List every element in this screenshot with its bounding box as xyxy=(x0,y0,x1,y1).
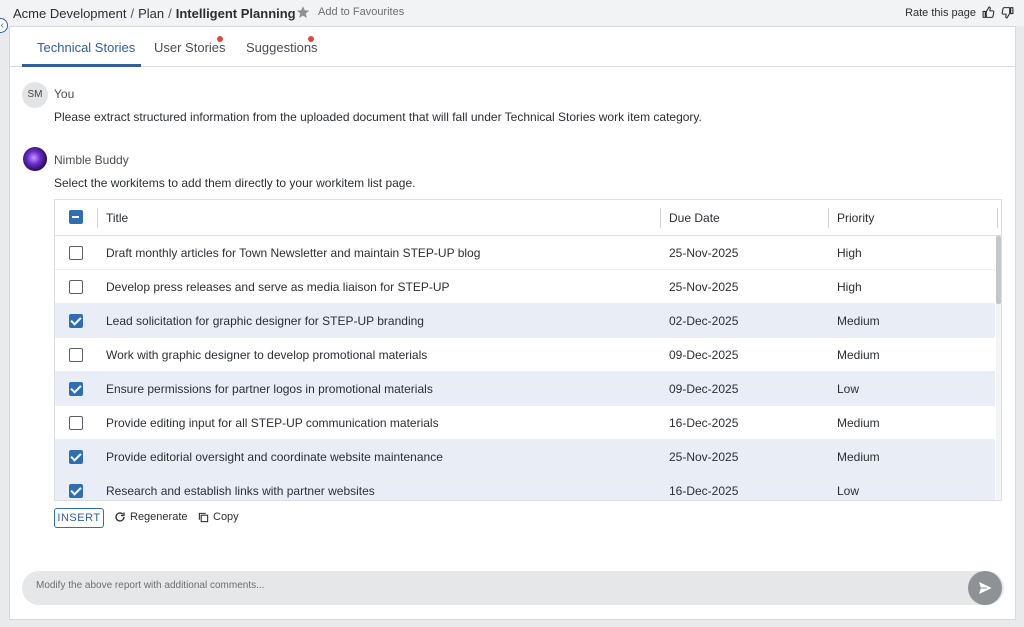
bot-avatar xyxy=(23,147,47,171)
row-priority: High xyxy=(837,280,862,294)
table-row[interactable]: Work with graphic designer to develop pr… xyxy=(55,338,995,372)
row-due-date: 25-Nov-2025 xyxy=(669,450,739,464)
copy-button[interactable]: Copy xyxy=(198,511,239,523)
bot-sender-name: Nimble Buddy xyxy=(54,153,129,167)
top-bar: Acme Development / Plan / Intelligent Planni… xyxy=(0,0,1024,26)
favourite-label: Add to Favourites xyxy=(318,6,405,18)
row-priority: Medium xyxy=(837,450,880,464)
avatar: SM xyxy=(22,82,48,108)
comment-input[interactable] xyxy=(36,580,936,591)
insert-button[interactable]: INSERT xyxy=(54,508,104,528)
send-button[interactable] xyxy=(968,571,1002,605)
breadcrumb-separator: / xyxy=(130,6,135,21)
table-row[interactable]: Draft monthly articles for Town Newslett… xyxy=(55,236,995,270)
active-tab-indicator xyxy=(22,64,141,67)
comment-composer xyxy=(22,571,1004,605)
notification-dot xyxy=(217,36,223,42)
breadcrumb-item-org[interactable]: Acme Development xyxy=(13,6,126,21)
regenerate-label: Regenerate xyxy=(130,511,188,523)
row-checkbox[interactable] xyxy=(69,246,83,260)
row-due-date: 25-Nov-2025 xyxy=(669,280,739,294)
table-scrollbar[interactable] xyxy=(996,236,1001,500)
row-due-date: 02-Dec-2025 xyxy=(669,314,739,328)
breadcrumb: Acme Development / Plan / Intelligent Planni… xyxy=(13,6,296,21)
row-title: Work with graphic designer to develop pr… xyxy=(106,348,428,362)
tab-bar: Technical Stories User Stories Suggestio… xyxy=(10,27,1015,67)
regenerate-button[interactable]: Regenerate xyxy=(114,511,188,523)
column-divider xyxy=(828,208,829,228)
table-row[interactable]: Provide editing input for all STEP-UP co… xyxy=(55,406,995,440)
table-header: Title Due Date Priority xyxy=(55,200,1001,236)
thumbs-down-icon[interactable] xyxy=(1001,6,1014,19)
tab-user-stories[interactable]: User Stories xyxy=(154,40,226,55)
user-message: Please extract structured information fr… xyxy=(54,110,702,124)
scrollbar-thumb[interactable] xyxy=(996,236,1001,304)
rate-page: Rate this page xyxy=(905,6,1014,19)
row-title: Provide editing input for all STEP-UP co… xyxy=(106,416,439,430)
select-all-checkbox[interactable] xyxy=(69,210,83,224)
send-icon xyxy=(979,582,992,594)
table-row[interactable]: Provide editorial oversight and coordina… xyxy=(55,440,995,474)
row-title: Ensure permissions for partner logos in … xyxy=(106,382,433,396)
column-divider xyxy=(660,208,661,228)
breadcrumb-separator: / xyxy=(168,6,172,21)
tab-suggestions[interactable]: Suggestions xyxy=(246,40,318,55)
column-header-title[interactable]: Title xyxy=(106,211,128,225)
user-sender-name: You xyxy=(54,87,75,101)
row-checkbox[interactable] xyxy=(69,450,83,464)
row-priority: Low xyxy=(837,382,860,396)
row-due-date: 16-Dec-2025 xyxy=(669,484,739,498)
row-checkbox[interactable] xyxy=(69,382,83,396)
row-priority: Medium xyxy=(837,416,880,430)
thumbs-up-icon[interactable] xyxy=(982,6,995,19)
table-row[interactable]: Research and establish links with partne… xyxy=(55,474,995,500)
row-title: Draft monthly articles for Town Newslett… xyxy=(106,246,481,260)
row-due-date: 09-Dec-2025 xyxy=(669,348,739,362)
row-checkbox[interactable] xyxy=(69,416,83,430)
row-title: Develop press releases and serve as medi… xyxy=(106,280,450,294)
copy-label: Copy xyxy=(213,511,239,523)
table-row[interactable]: Develop press releases and serve as medi… xyxy=(55,270,995,304)
tab-technical-stories[interactable]: Technical Stories xyxy=(37,40,135,55)
chat-panel: Technical Stories User Stories Suggestio… xyxy=(9,26,1016,620)
row-due-date: 16-Dec-2025 xyxy=(669,416,739,430)
workitem-table: Title Due Date Priority Draft monthly ar… xyxy=(54,199,1002,501)
column-divider xyxy=(997,208,998,228)
row-title: Provide editorial oversight and coordina… xyxy=(106,450,443,464)
row-priority: High xyxy=(837,246,862,260)
column-header-due-date[interactable]: Due Date xyxy=(669,211,720,225)
bot-message: Select the workitems to add them directl… xyxy=(54,176,416,190)
row-checkbox[interactable] xyxy=(69,314,83,328)
row-due-date: 25-Nov-2025 xyxy=(669,246,739,260)
row-due-date: 09-Dec-2025 xyxy=(669,382,739,396)
row-checkbox[interactable] xyxy=(69,348,83,362)
table-row[interactable]: Ensure permissions for partner logos in … xyxy=(55,372,995,406)
row-priority: Medium xyxy=(837,314,880,328)
regenerate-icon xyxy=(115,512,125,522)
row-checkbox[interactable] xyxy=(69,280,83,294)
star-icon xyxy=(296,6,310,18)
rate-label: Rate this page xyxy=(905,6,976,19)
breadcrumb-current: Intelligent Planning xyxy=(175,6,296,21)
column-divider xyxy=(97,208,98,228)
row-priority: Medium xyxy=(837,348,880,362)
copy-icon xyxy=(198,512,209,522)
column-header-priority[interactable]: Priority xyxy=(837,211,874,225)
notification-dot xyxy=(308,36,314,42)
row-title: Research and establish links with partne… xyxy=(106,484,375,498)
table-row[interactable]: Lead solicitation for graphic designer f… xyxy=(55,304,995,338)
breadcrumb-item-plan[interactable]: Plan xyxy=(138,6,164,21)
row-title: Lead solicitation for graphic designer f… xyxy=(106,314,424,328)
row-priority: Low xyxy=(837,484,860,498)
add-to-favourites-button[interactable]: Add to Favourites xyxy=(296,5,404,19)
row-checkbox[interactable] xyxy=(69,484,83,498)
